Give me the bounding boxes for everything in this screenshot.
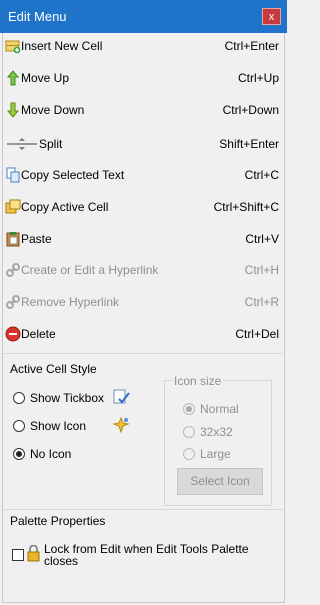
icon-size-large-radio[interactable] (183, 448, 195, 460)
lock-from-edit-checkbox[interactable] (12, 549, 24, 561)
icon-size-32x32-radio[interactable] (183, 426, 195, 438)
shortcut-text: Ctrl+R (244, 295, 279, 309)
delete-icon (5, 326, 21, 342)
no-icon-radio[interactable] (13, 448, 25, 460)
shortcut-text: Ctrl+Down (222, 103, 279, 117)
shortcut-text: Ctrl+Enter (224, 39, 279, 53)
paste-clipboard-icon (6, 232, 20, 247)
menu-item-label: Remove Hyperlink (21, 295, 120, 309)
arrow-up-icon (6, 70, 20, 86)
menu-item-remove-hyperlink[interactable]: Remove Hyperlink Ctrl+R (2, 290, 285, 314)
menu-item-paste[interactable]: Paste Ctrl+V (2, 227, 285, 251)
icon-size-large-label[interactable]: Large (200, 447, 231, 461)
menu-item-copy-active-cell[interactable]: Copy Active Cell Ctrl+Shift+C (2, 195, 285, 219)
menu-item-label: Split (39, 137, 63, 151)
show-tickbox-label[interactable]: Show Tickbox (30, 391, 104, 405)
hyperlink-icon (6, 263, 20, 277)
menu-item-move-up[interactable]: Move Up Ctrl+Up (2, 66, 285, 90)
sparkle-icon (112, 417, 130, 433)
select-icon-button[interactable]: Select Icon (177, 468, 263, 495)
window-title: Edit Menu (8, 9, 67, 24)
icon-size-title: Icon size (172, 374, 224, 388)
shortcut-text: Ctrl+Shift+C (213, 200, 279, 214)
menu-item-label: Insert New Cell (21, 39, 103, 53)
menu-item-label: Copy Selected Text (21, 168, 125, 182)
palette-properties-title: Palette Properties (10, 514, 106, 528)
active-cell-style-title: Active Cell Style (10, 362, 97, 376)
active-cell-style-divider (4, 353, 283, 354)
menu-item-move-down[interactable]: Move Down Ctrl+Down (2, 98, 285, 122)
copy-cell-icon (5, 199, 21, 214)
menu-item-delete[interactable]: Delete Ctrl+Del (2, 322, 285, 346)
menu-item-copy-selected-text[interactable]: Copy Selected Text Ctrl+C (2, 163, 285, 187)
icon-size-32x32-label[interactable]: 32x32 (200, 425, 233, 439)
menu-item-insert-new-cell[interactable]: Insert New Cell Ctrl+Enter (2, 34, 285, 58)
menu-item-create-edit-hyperlink[interactable]: Create or Edit a Hyperlink Ctrl+H (2, 258, 285, 282)
shortcut-text: Ctrl+V (245, 232, 279, 246)
show-tickbox-radio[interactable] (13, 392, 25, 404)
shortcut-text: Ctrl+C (244, 168, 279, 182)
menu-item-label: Create or Edit a Hyperlink (21, 263, 159, 277)
icon-size-normal-radio[interactable] (183, 403, 195, 415)
arrow-down-icon (6, 102, 20, 118)
shortcut-text: Shift+Enter (219, 137, 279, 151)
insert-cell-icon (5, 40, 21, 54)
menu-item-label: Copy Active Cell (21, 200, 109, 214)
shortcut-text: Ctrl+Del (235, 327, 279, 341)
title-bar: Edit Menu x (0, 0, 287, 33)
menu-item-label: Move Up (21, 71, 70, 85)
remove-hyperlink-icon (6, 295, 20, 309)
no-icon-label[interactable]: No Icon (30, 447, 71, 461)
shortcut-text: Ctrl+Up (237, 71, 279, 85)
palette-properties-divider (4, 509, 283, 510)
menu-item-label: Paste (21, 232, 52, 246)
show-icon-label[interactable]: Show Icon (30, 419, 86, 433)
menu-item-label: Delete (21, 327, 56, 341)
tickbox-icon (113, 389, 130, 404)
lock-from-edit-label[interactable]: Lock from Edit when Edit Tools Palette c… (44, 543, 274, 567)
icon-size-normal-label[interactable]: Normal (200, 402, 239, 416)
shortcut-text: Ctrl+H (244, 263, 279, 277)
lock-icon (27, 545, 40, 562)
split-icon (7, 138, 37, 150)
menu-item-split[interactable]: Split Shift+Enter (2, 132, 285, 156)
menu-item-label: Move Down (21, 103, 85, 117)
show-icon-radio[interactable] (13, 420, 25, 432)
close-button[interactable]: x (262, 8, 281, 25)
copy-text-icon (6, 167, 20, 183)
